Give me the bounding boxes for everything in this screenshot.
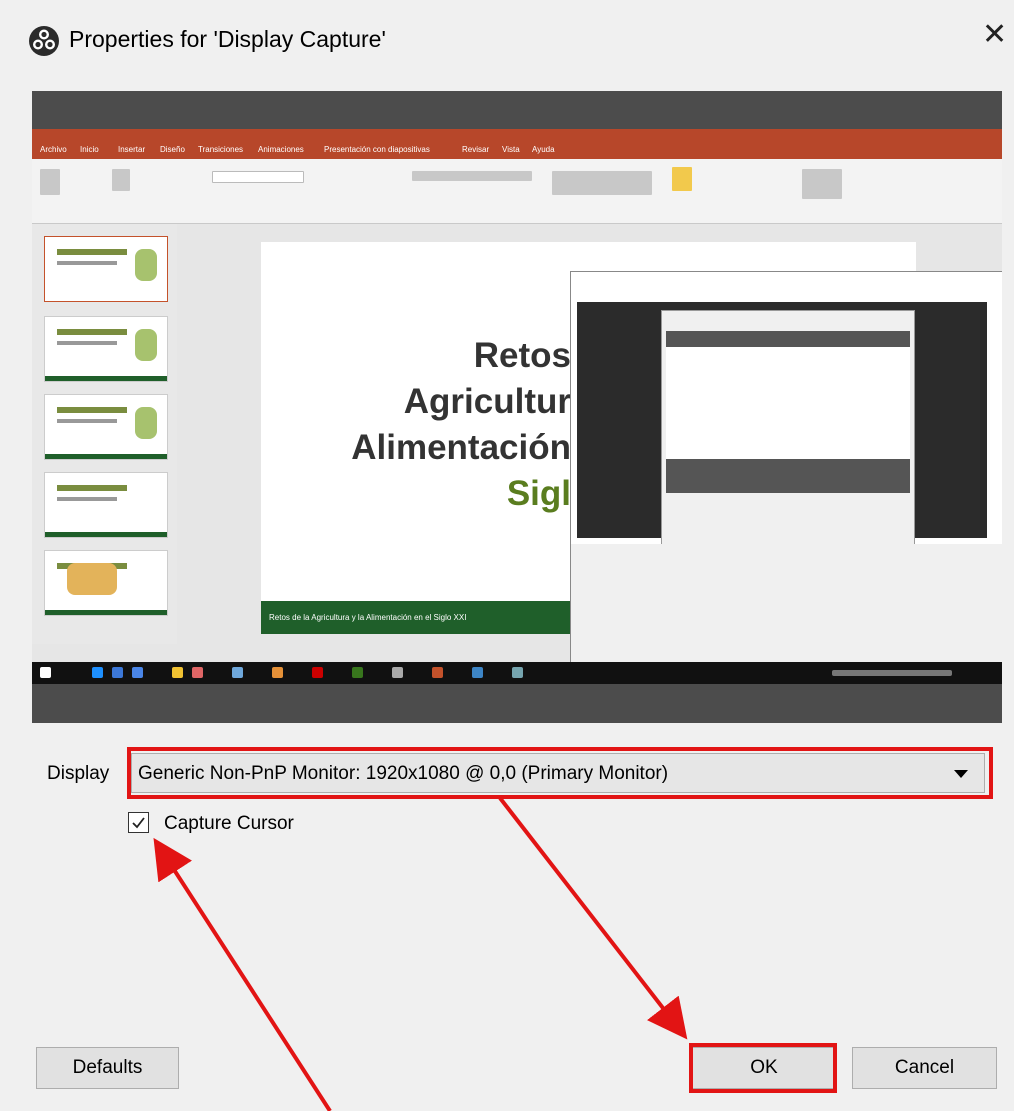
taskbar-app-icon [312, 667, 323, 678]
ribbon-tab: Animaciones [258, 145, 304, 154]
slide-footer-text: Retos de la Agricultura y la Alimentació… [269, 613, 467, 622]
nested-obs-docks [571, 544, 1002, 662]
slide-thumbnail [44, 472, 168, 538]
display-select-value: Generic Non-PnP Monitor: 1920x1080 @ 0,0… [138, 763, 669, 784]
taskbar-app-icon [232, 667, 243, 678]
slide-thumbnail [44, 316, 168, 382]
ribbon-tab: Revisar [462, 145, 490, 154]
ribbon-tab: Archivo [40, 145, 67, 154]
cancel-button[interactable]: Cancel [852, 1047, 997, 1089]
arrange-icon [672, 167, 692, 191]
system-tray [832, 670, 952, 676]
slide-title-line: Alimentación [351, 428, 571, 467]
shapes-icons [552, 171, 652, 195]
nested-obs-window [570, 271, 1002, 663]
taskbar-app-icon [512, 667, 523, 678]
arrow-to-capture-cursor [153, 837, 332, 1111]
slide-thumbnail [44, 550, 168, 616]
taskbar-app-icon [432, 667, 443, 678]
defaults-button[interactable]: Defaults [36, 1047, 179, 1089]
slide-thumbnails [32, 224, 177, 644]
nested-properties-dialog [661, 310, 915, 580]
editing-icons [802, 169, 842, 199]
slide-title-line: Retos [473, 336, 571, 375]
capture-cursor-checkbox[interactable] [128, 812, 149, 833]
ribbon-toolbar [32, 159, 1002, 224]
display-label: Display [47, 763, 110, 784]
windows-taskbar [32, 662, 1002, 684]
taskbar-app-icon [352, 667, 363, 678]
captured-desktop: Archivo Inicio Insertar Diseño Transicio… [32, 129, 1002, 684]
ok-button[interactable]: OK [692, 1047, 836, 1089]
window-title: Properties for 'Display Capture' [69, 26, 386, 52]
ribbon-tab: Diseño [160, 145, 185, 154]
arrow-to-ok [498, 796, 688, 1040]
taskbar-app-icon [192, 667, 203, 678]
title-bar: Properties for 'Display Capture' ✕ [0, 0, 1014, 78]
slide-thumbnail [44, 236, 168, 302]
start-icon [40, 667, 51, 678]
ribbon-tab: Transiciones [198, 145, 244, 154]
new-slide-icon [112, 169, 130, 191]
taskbar-app-icon [132, 667, 143, 678]
ribbon-tab: Presentación con diapositivas [324, 145, 430, 154]
obs-icon [29, 26, 59, 56]
taskbar-app-icon [272, 667, 283, 678]
dropdown-arrow-icon [954, 770, 968, 778]
capture-preview: Archivo Inicio Insertar Diseño Transicio… [32, 91, 1002, 723]
nested-obs-titlebar [571, 272, 1002, 296]
ribbon-tab: Insertar [118, 145, 146, 154]
ribbon-tab: Inicio [80, 145, 99, 154]
display-select[interactable]: Generic Non-PnP Monitor: 1920x1080 @ 0,0… [131, 753, 985, 793]
slide-title-line: Sigl [506, 474, 571, 513]
capture-cursor-label: Capture Cursor [164, 813, 294, 834]
slide-thumbnail [44, 394, 168, 460]
font-box [212, 171, 304, 183]
taskbar-app-icon [92, 667, 103, 678]
taskbar-app-icon [472, 667, 483, 678]
checkmark-icon [132, 817, 145, 829]
close-icon[interactable]: ✕ [982, 20, 1007, 50]
paste-icon [40, 169, 60, 195]
paragraph-icons [412, 171, 532, 181]
taskbar-app-icon [112, 667, 123, 678]
ribbon-tab: Ayuda [532, 145, 555, 154]
slide-title-line: Agricultur [403, 382, 571, 421]
powerpoint-ribbon: Archivo Inicio Insertar Diseño Transicio… [32, 129, 1002, 159]
taskbar-app-icon [172, 667, 183, 678]
taskbar-app-icon [392, 667, 403, 678]
ribbon-tab: Vista [502, 145, 520, 154]
